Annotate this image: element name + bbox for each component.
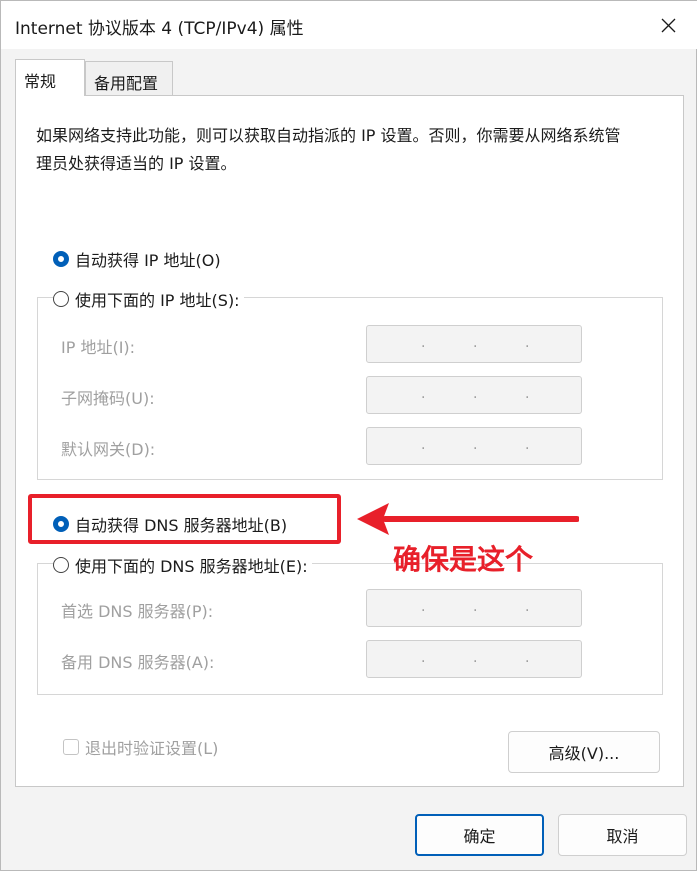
radio-button-checked[interactable] [53, 251, 69, 267]
ip-address-input: ... [366, 325, 582, 363]
subnet-mask-input: ... [366, 376, 582, 414]
radio-manual-ip-label: 使用下面的 IP 地址(S): [75, 291, 240, 310]
preferred-dns-input: ... [366, 589, 582, 627]
annotation-arrow-icon [357, 503, 579, 535]
radio-manual-ip[interactable]: 使用下面的 IP 地址(S): [53, 287, 244, 311]
advanced-button[interactable]: 高级(V)... [508, 731, 660, 773]
radio-auto-dns-label: 自动获得 DNS 服务器地址(B) [75, 516, 288, 535]
ok-button[interactable]: 确定 [415, 814, 544, 856]
description-text: 如果网络支持此功能，则可以获取自动指派的 IP 设置。否则，你需要从网络系统管理… [36, 126, 621, 173]
close-button[interactable] [638, 1, 697, 49]
annotation-text: 确保是这个 [393, 543, 534, 576]
radio-button[interactable] [53, 291, 69, 307]
radio-button[interactable] [53, 557, 69, 573]
radio-auto-ip-label: 自动获得 IP 地址(O) [75, 251, 221, 270]
alternate-dns-input: ... [366, 640, 582, 678]
title-bar: Internet 协议版本 4 (TCP/IPv4) 属性 [1, 1, 697, 49]
radio-auto-ip[interactable]: 自动获得 IP 地址(O) [53, 247, 225, 271]
radio-manual-dns-label: 使用下面的 DNS 服务器地址(E): [75, 557, 308, 576]
tcp-ipv4-properties-dialog: Internet 协议版本 4 (TCP/IPv4) 属性 常规 备用配置 如果… [0, 0, 697, 871]
tab-alternate-configuration[interactable]: 备用配置 [85, 61, 173, 95]
default-gateway-label: 默认网关(D): [61, 440, 156, 459]
validate-on-exit-label: 退出时验证设置(L) [85, 739, 219, 758]
preferred-dns-label: 首选 DNS 服务器(P): [61, 602, 214, 621]
ip-address-label: IP 地址(I): [61, 338, 136, 357]
radio-button-checked[interactable] [53, 516, 69, 532]
validate-on-exit-checkbox: 退出时验证设置(L) [63, 735, 218, 759]
tab-general[interactable]: 常规 [15, 59, 85, 96]
radio-auto-dns[interactable]: 自动获得 DNS 服务器地址(B) [53, 512, 292, 536]
default-gateway-input: ... [366, 427, 582, 465]
checkbox-box [63, 739, 79, 755]
alternate-dns-label: 备用 DNS 服务器(A): [61, 653, 215, 672]
close-icon [661, 18, 675, 32]
tab-strip: 常规 备用配置 [1, 49, 697, 97]
radio-manual-dns[interactable]: 使用下面的 DNS 服务器地址(E): [53, 553, 312, 577]
cancel-button[interactable]: 取消 [558, 814, 687, 856]
subnet-mask-label: 子网掩码(U): [61, 389, 155, 408]
window-title: Internet 协议版本 4 (TCP/IPv4) 属性 [15, 19, 304, 39]
